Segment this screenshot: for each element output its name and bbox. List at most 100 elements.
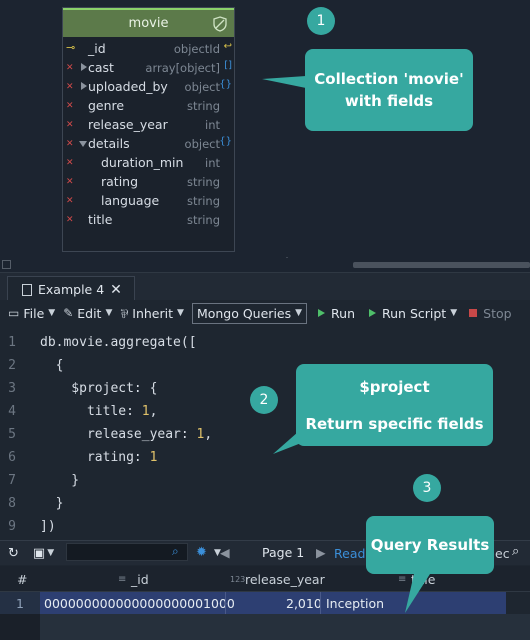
field-name: rating — [101, 174, 139, 189]
filter-search-icon[interactable]: ⌕ — [172, 544, 179, 559]
close-icon[interactable]: ✕ — [110, 282, 122, 298]
file-menu-label: File — [23, 305, 45, 321]
cell-divider — [225, 592, 226, 614]
run-button[interactable]: Run — [318, 306, 355, 321]
stop-button-label: Stop — [483, 305, 512, 321]
code-key: rating: — [40, 450, 150, 465]
diagram-canvas[interactable]: movie ⊸ _id objectId ↩ ✕ cast array[obje… — [0, 0, 530, 272]
row-cells[interactable]: 000000000000000000001000 2,010 Inception — [40, 592, 506, 614]
line-number: 6 — [8, 450, 16, 465]
search-icon[interactable]: ⌕ — [512, 544, 519, 559]
line-number: 8 — [8, 496, 16, 511]
editor-tab-bar: Example 4 ✕ — [0, 272, 530, 302]
callout-two-line2: Return specific fields — [305, 414, 484, 433]
field-row-id[interactable]: ⊸ _id objectId ↩ — [63, 40, 234, 59]
object-icon: {} — [219, 79, 232, 90]
field-marker-icon: ✕ — [66, 82, 74, 92]
field-marker-icon: ✕ — [66, 196, 74, 206]
page-indicator[interactable]: Page 1 — [262, 545, 304, 560]
field-row-rating[interactable]: ✕ rating string — [63, 173, 234, 192]
code-text: } — [40, 473, 80, 488]
folder-icon: ▭ — [8, 306, 20, 320]
chevron-down-icon: ▼ — [177, 308, 184, 318]
shield-icon — [213, 16, 227, 32]
tab-label: Example 4 — [38, 282, 105, 297]
cell-title[interactable]: Inception — [326, 596, 384, 611]
field-type: string — [186, 194, 220, 208]
line-number: 7 — [8, 473, 16, 488]
chevron-down-icon: ▼ — [105, 308, 113, 318]
cell-id[interactable]: 000000000000000000001000 — [44, 596, 235, 611]
run-script-label: Run Script — [382, 305, 447, 321]
settings-icon[interactable]: ✹ — [196, 545, 207, 560]
chevron-down-icon: ▼ — [450, 308, 458, 318]
field-row-uploaded-by[interactable]: ✕ uploaded_by object {} — [63, 78, 234, 97]
field-marker-icon: ✕ — [66, 158, 74, 168]
field-type: array[object] — [145, 61, 220, 75]
object-icon: {} — [219, 136, 232, 147]
field-row-genre[interactable]: ✕ genre string — [63, 97, 234, 116]
code-text: title: 1, — [40, 404, 157, 419]
run-button-label: Run — [331, 305, 356, 321]
collection-entity-movie[interactable]: movie ⊸ _id objectId ↩ ✕ cast array[obje… — [62, 7, 290, 262]
scroll-left-icon[interactable] — [2, 260, 11, 269]
line-number: 2 — [8, 358, 16, 373]
callout-one-line2: with fields — [344, 92, 434, 110]
field-row-release-year[interactable]: ✕ release_year int — [63, 116, 234, 135]
field-name: details — [88, 136, 130, 151]
callout-three-line1: Query Results — [370, 536, 490, 554]
previous-page-icon[interactable]: ◀ — [220, 545, 230, 560]
edit-menu[interactable]: ✎ Edit ▼ — [63, 306, 112, 321]
read-mode-label[interactable]: Read — [334, 546, 365, 561]
tab-example-4[interactable]: Example 4 ✕ — [7, 276, 135, 302]
field-name: uploaded_by — [88, 79, 168, 94]
column-header-title[interactable]: title — [411, 572, 435, 587]
refresh-icon[interactable]: ↻ — [8, 546, 19, 561]
run-script-button[interactable]: Run Script ▼ — [369, 306, 457, 321]
field-type: object — [184, 137, 220, 151]
query-mode-select[interactable]: Mongo Queries ▼ — [191, 302, 308, 324]
column-header-id[interactable]: _id — [131, 572, 149, 587]
inherit-menu-label: Inherit — [132, 305, 174, 321]
field-name: _id — [88, 41, 106, 56]
edit-menu-label: Edit — [77, 305, 102, 321]
field-row-cast[interactable]: ✕ cast array[object] [] — [63, 59, 234, 78]
next-page-icon[interactable]: ▶ — [316, 545, 326, 560]
code-punct: , — [149, 404, 158, 419]
field-row-details[interactable]: ✕ details object {} — [63, 135, 234, 154]
callout-two-badge: 2 — [250, 386, 278, 414]
callout-two-line1: $project — [359, 377, 430, 396]
chevron-down-icon[interactable]: ▼ — [47, 548, 54, 558]
document-icon — [22, 283, 32, 296]
entity-header[interactable]: movie — [63, 8, 234, 37]
expand-expanded-icon[interactable] — [79, 141, 87, 147]
callout-three: Query Results — [366, 516, 494, 574]
field-marker-icon: ✕ — [66, 120, 74, 130]
field-marker-icon: ✕ — [66, 215, 74, 225]
code-text: $project: { — [40, 381, 158, 396]
line-number: 1 — [8, 335, 16, 350]
save-icon[interactable]: ▣ — [33, 546, 45, 561]
field-name: title — [88, 212, 113, 227]
stop-button[interactable]: Stop — [469, 305, 512, 321]
field-row-language[interactable]: ✕ language string — [63, 192, 234, 211]
field-marker-icon: ✕ — [66, 139, 74, 149]
column-header-rownum: # — [17, 572, 28, 587]
expand-collapsed-icon[interactable] — [81, 63, 87, 71]
table-row[interactable]: 1 000000000000000000001000 2,010 Incepti… — [0, 592, 530, 614]
line-number: 9 — [8, 519, 16, 534]
scrollbar-thumb[interactable] — [353, 262, 530, 268]
code-text: ]) — [40, 519, 56, 534]
results-filter-input[interactable] — [66, 543, 188, 561]
expand-collapsed-icon[interactable] — [81, 82, 87, 90]
inherit-menu[interactable]: ⅌ Inherit ▼ — [120, 305, 184, 322]
cell-release-year[interactable]: 2,010 — [286, 596, 322, 611]
field-marker-icon: ✕ — [66, 63, 74, 73]
array-icon: [] — [224, 60, 232, 71]
column-header-release-year[interactable]: release_year — [245, 572, 325, 587]
query-mode-value: Mongo Queries — [196, 305, 292, 321]
file-menu[interactable]: ▭ File ▼ — [8, 306, 55, 321]
reference-link-icon: ↩ — [223, 41, 232, 52]
field-row-title[interactable]: ✕ title string — [63, 211, 234, 230]
field-row-duration-min[interactable]: ✕ duration_min int — [63, 154, 234, 173]
